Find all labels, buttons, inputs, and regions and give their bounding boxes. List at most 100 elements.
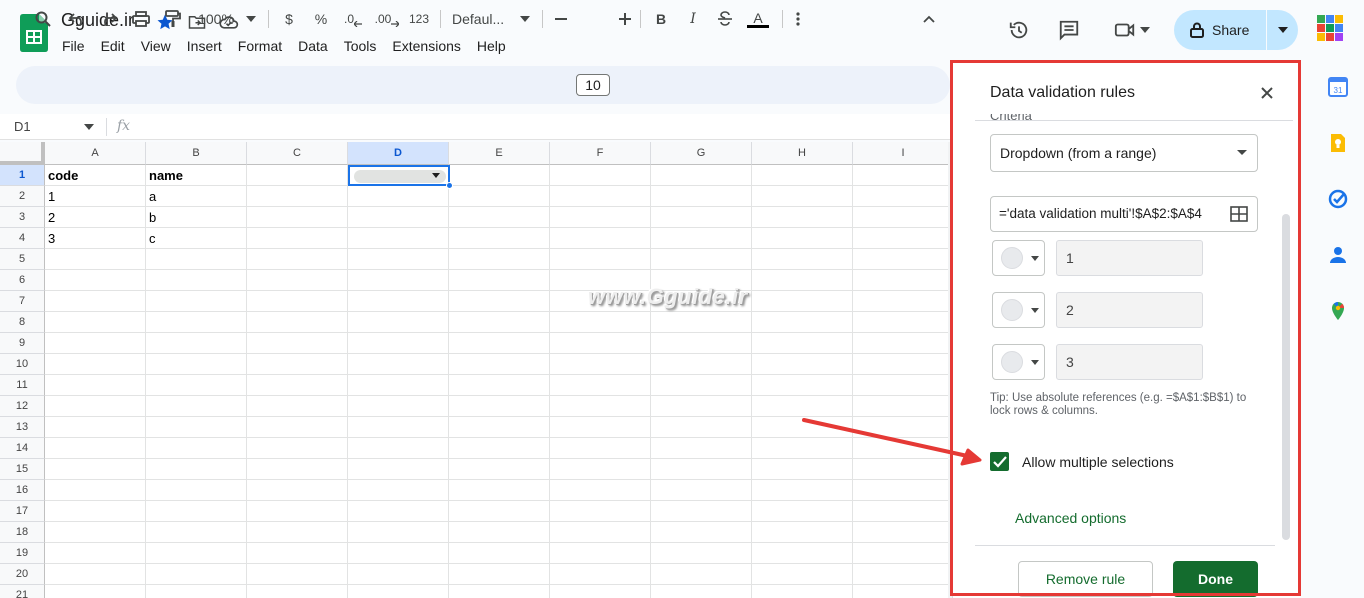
cell-e12[interactable] (449, 396, 550, 417)
row-header-21[interactable]: 21 (0, 585, 45, 598)
cell-f4[interactable] (550, 228, 651, 249)
cell-e8[interactable] (449, 312, 550, 333)
font-caret-icon[interactable] (518, 8, 532, 30)
menu-data[interactable]: Data (298, 38, 328, 54)
cell-g2[interactable] (651, 186, 752, 207)
cell-h9[interactable] (752, 333, 853, 354)
cell-i6[interactable] (853, 270, 950, 291)
cell-b20[interactable] (146, 564, 247, 585)
done-button[interactable]: Done (1173, 561, 1258, 597)
cell-f21[interactable] (550, 585, 651, 598)
cell-g3[interactable] (651, 207, 752, 228)
cell-a8[interactable] (45, 312, 146, 333)
cell-e16[interactable] (449, 480, 550, 501)
cell-h21[interactable] (752, 585, 853, 598)
cell-c15[interactable] (247, 459, 348, 480)
cell-e2[interactable] (449, 186, 550, 207)
row-header-2[interactable]: 2 (0, 186, 45, 207)
cell-g5[interactable] (651, 249, 752, 270)
cell-a9[interactable] (45, 333, 146, 354)
criteria-select[interactable]: Dropdown (from a range) (990, 134, 1258, 172)
cell-g19[interactable] (651, 543, 752, 564)
menu-insert[interactable]: Insert (187, 38, 222, 54)
cell-f1[interactable] (550, 165, 651, 186)
cell-a14[interactable] (45, 438, 146, 459)
cell-f13[interactable] (550, 417, 651, 438)
option-color-picker[interactable] (992, 292, 1045, 328)
allow-multiple-checkbox[interactable] (990, 452, 1009, 471)
chip-caret-down-icon[interactable] (432, 173, 440, 178)
cell-c6[interactable] (247, 270, 348, 291)
cell-i5[interactable] (853, 249, 950, 270)
cell-b10[interactable] (146, 354, 247, 375)
row-header-12[interactable]: 12 (0, 396, 45, 417)
cell-g11[interactable] (651, 375, 752, 396)
menu-format[interactable]: Format (238, 38, 282, 54)
contacts-icon[interactable] (1328, 245, 1348, 265)
column-header-b[interactable]: B (146, 142, 247, 165)
cell-i1[interactable] (853, 165, 950, 186)
cell-a2[interactable]: 1 (45, 186, 146, 207)
menu-file[interactable]: File (62, 38, 85, 54)
decrease-decimal-button[interactable]: .0 (340, 8, 366, 30)
cell-g4[interactable] (651, 228, 752, 249)
cell-d13[interactable] (348, 417, 449, 438)
cell-h13[interactable] (752, 417, 853, 438)
cell-c17[interactable] (247, 501, 348, 522)
cell-d17[interactable] (348, 501, 449, 522)
cell-i17[interactable] (853, 501, 950, 522)
cell-i7[interactable] (853, 291, 950, 312)
cell-b7[interactable] (146, 291, 247, 312)
cell-f19[interactable] (550, 543, 651, 564)
cell-d14[interactable] (348, 438, 449, 459)
search-menus-icon[interactable] (32, 8, 54, 30)
cell-e5[interactable] (449, 249, 550, 270)
row-header-16[interactable]: 16 (0, 480, 45, 501)
cell-c1[interactable] (247, 165, 348, 186)
cell-b16[interactable] (146, 480, 247, 501)
remove-rule-button[interactable]: Remove rule (1018, 561, 1153, 597)
cell-a19[interactable] (45, 543, 146, 564)
cell-e11[interactable] (449, 375, 550, 396)
cell-e21[interactable] (449, 585, 550, 598)
cell-a6[interactable] (45, 270, 146, 291)
row-header-3[interactable]: 3 (0, 207, 45, 228)
cell-c3[interactable] (247, 207, 348, 228)
name-box-caret-icon[interactable] (84, 124, 94, 130)
cell-g9[interactable] (651, 333, 752, 354)
font-size-input[interactable]: 10 (576, 74, 610, 96)
cell-e6[interactable] (449, 270, 550, 291)
row-header-6[interactable]: 6 (0, 270, 45, 291)
column-header-h[interactable]: H (752, 142, 853, 165)
cell-d8[interactable] (348, 312, 449, 333)
cell-a4[interactable]: 3 (45, 228, 146, 249)
cell-a7[interactable] (45, 291, 146, 312)
cell-c18[interactable] (247, 522, 348, 543)
cell-b11[interactable] (146, 375, 247, 396)
font-family-select[interactable]: Defaul... (452, 8, 512, 30)
cell-b12[interactable] (146, 396, 247, 417)
cell-g14[interactable] (651, 438, 752, 459)
cell-f12[interactable] (550, 396, 651, 417)
cell-f9[interactable] (550, 333, 651, 354)
cell-h20[interactable] (752, 564, 853, 585)
option-input-3[interactable]: 3 (1056, 344, 1203, 380)
cell-c2[interactable] (247, 186, 348, 207)
cell-b21[interactable] (146, 585, 247, 598)
cell-f5[interactable] (550, 249, 651, 270)
cell-i8[interactable] (853, 312, 950, 333)
percent-format-button[interactable]: % (312, 8, 330, 30)
cell-f17[interactable] (550, 501, 651, 522)
cell-d18[interactable] (348, 522, 449, 543)
cell-f14[interactable] (550, 438, 651, 459)
cell-h5[interactable] (752, 249, 853, 270)
cell-a5[interactable] (45, 249, 146, 270)
cell-b9[interactable] (146, 333, 247, 354)
allow-multiple-label[interactable]: Allow multiple selections (1022, 454, 1174, 470)
column-header-e[interactable]: E (449, 142, 550, 165)
cell-h7[interactable] (752, 291, 853, 312)
cell-b2[interactable]: a (146, 186, 247, 207)
keep-icon[interactable] (1328, 133, 1348, 153)
cell-h4[interactable] (752, 228, 853, 249)
cell-e10[interactable] (449, 354, 550, 375)
